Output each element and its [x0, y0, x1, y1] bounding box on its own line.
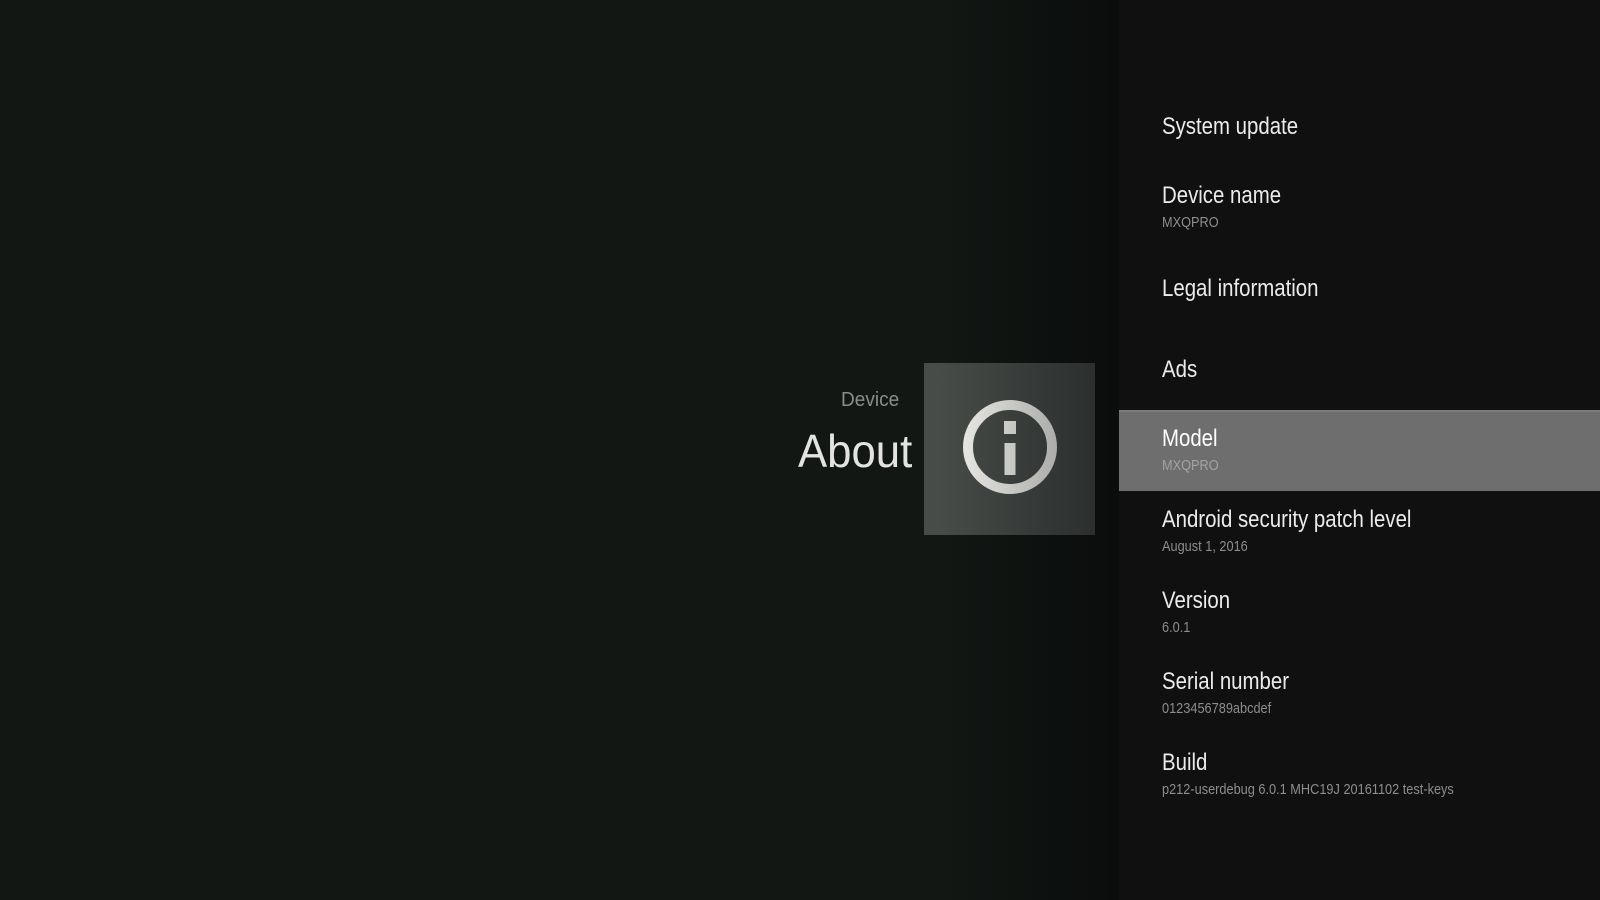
menu-item-value: 0123456789abcdef	[1162, 697, 1600, 721]
menu-item-serial-number[interactable]: Serial number 0123456789abcdef	[1119, 653, 1600, 734]
page-header: Device About	[0, 388, 912, 478]
menu-item-system-update[interactable]: System update	[1119, 86, 1600, 167]
settings-menu-panel: System update Device name MXQPRO Legal i…	[1119, 0, 1600, 900]
menu-item-value: 6.0.1	[1162, 616, 1600, 640]
menu-item-device-name[interactable]: Device name MXQPRO	[1119, 167, 1600, 248]
breadcrumb-label: Device	[841, 388, 899, 412]
about-icon-tile	[924, 363, 1095, 535]
menu-item-value: MXQPRO	[1162, 454, 1600, 478]
about-content-pane: Device About	[0, 0, 1119, 900]
menu-item-legal-information[interactable]: Legal information	[1119, 248, 1600, 329]
menu-item-version[interactable]: Version 6.0.1	[1119, 572, 1600, 653]
menu-item-label: System update	[1162, 112, 1600, 142]
menu-item-ads[interactable]: Ads	[1119, 329, 1600, 410]
menu-item-label: Device name	[1162, 181, 1600, 211]
menu-item-label: Serial number	[1162, 667, 1600, 697]
menu-item-build[interactable]: Build p212-userdebug 6.0.1 MHC19J 201611…	[1119, 734, 1600, 815]
menu-item-android-security-patch-level[interactable]: Android security patch level August 1, 2…	[1119, 491, 1600, 572]
page-title: About	[0, 424, 912, 478]
info-outline-icon	[962, 399, 1058, 500]
menu-item-value: August 1, 2016	[1162, 535, 1600, 559]
settings-menu-list: System update Device name MXQPRO Legal i…	[1119, 86, 1600, 815]
page-title-label: About	[798, 424, 912, 478]
menu-item-value: MXQPRO	[1162, 211, 1600, 235]
settings-about-screen: Device About System update Device name M…	[0, 0, 1600, 900]
menu-item-label: Model	[1162, 424, 1600, 454]
menu-item-label: Version	[1162, 586, 1600, 616]
menu-item-label: Ads	[1162, 355, 1600, 385]
breadcrumb: Device	[0, 388, 912, 412]
menu-item-value: p212-userdebug 6.0.1 MHC19J 20161102 tes…	[1162, 778, 1600, 802]
menu-item-model[interactable]: Model MXQPRO	[1119, 410, 1600, 491]
menu-item-label: Android security patch level	[1162, 505, 1600, 535]
menu-item-label: Legal information	[1162, 274, 1600, 304]
menu-item-label: Build	[1162, 748, 1600, 778]
